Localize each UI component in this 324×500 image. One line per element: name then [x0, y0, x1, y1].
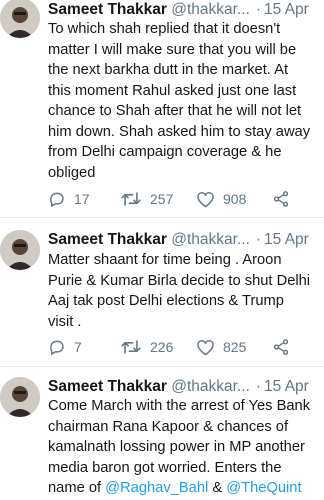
text-line: Purie & Kumar Birla decide to shut Delhi	[48, 272, 311, 289]
tweet-header: Sameet Thakkar @thakkar... · 15 Apr	[48, 230, 309, 250]
author-handle[interactable]: @thakkar...	[171, 1, 250, 18]
tweet-text: Matter shaant for time being . Aroon Pur…	[48, 250, 320, 332]
author-name[interactable]: Sameet Thakkar	[48, 378, 167, 395]
like-count: 825	[223, 339, 247, 355]
heart-icon	[197, 191, 214, 208]
like-button[interactable]: 825	[196, 336, 246, 358]
reply-icon	[50, 340, 64, 355]
text-line: name of @Raghav_Bahl & @TheQuint	[48, 478, 320, 499]
text-line: him down. Shah asked him to stay away	[48, 123, 311, 140]
tweet-date[interactable]: 15 Apr	[264, 231, 309, 248]
mention-link[interactable]: @TheQuint	[226, 480, 301, 496]
like-button[interactable]: 908	[196, 188, 246, 210]
text-line: matter I will make sure that you will be	[48, 41, 297, 58]
like-count: 908	[223, 191, 247, 207]
retweet-icon	[121, 192, 141, 206]
tweet-actions: 17 257 908	[48, 188, 308, 210]
author-name[interactable]: Sameet Thakkar	[48, 1, 167, 18]
text-line: To which shah replied that it doesn't	[48, 21, 281, 37]
tweet-divider	[0, 366, 324, 367]
retweet-icon	[121, 340, 141, 354]
reply-icon	[50, 192, 64, 207]
tweet-divider	[0, 217, 324, 218]
avatar[interactable]	[0, 0, 40, 38]
text-line: kamalnath lossing power in MP another	[48, 439, 305, 455]
heart-icon	[197, 339, 214, 356]
text-line: Matter shaant for time being . Aroon	[48, 252, 282, 268]
author-handle[interactable]: @thakkar...	[171, 231, 250, 248]
separator-dot: ·	[255, 231, 262, 248]
share-button[interactable]	[272, 188, 290, 210]
separator-dot: ·	[255, 1, 262, 18]
text-line: chairman Rana Kapoor & chances of	[48, 418, 289, 435]
tweet[interactable]: Sameet Thakkar @thakkar... · 15 Apr Come M…	[0, 377, 324, 500]
text-line: the next barkha dutt in the market. At	[48, 62, 289, 78]
tweet-header: Sameet Thakkar @thakkar... · 15 Apr	[48, 0, 309, 20]
author-name[interactable]: Sameet Thakkar	[48, 231, 167, 248]
avatar[interactable]	[0, 230, 40, 270]
reply-count: 17	[74, 191, 90, 207]
reply-count: 7	[74, 339, 82, 355]
text-line: Come March with the arrest of Yes Bank	[48, 398, 311, 414]
text-line: obliged	[48, 164, 96, 181]
tweet-text: Come March with the arrest of Yes Bank c…	[48, 396, 320, 499]
text-line: chance to Shah after that he will not le…	[48, 103, 302, 119]
tweet-actions: 7 226 825	[48, 336, 308, 358]
retweet-count: 226	[150, 339, 174, 355]
avatar[interactable]	[0, 377, 40, 417]
tweet-header: Sameet Thakkar @thakkar... · 15 Apr	[48, 377, 309, 397]
separator-dot: ·	[255, 378, 262, 395]
text-fragment: &	[208, 480, 227, 496]
reply-button[interactable]: 7	[48, 336, 82, 358]
tweet-date[interactable]: 15 Apr	[264, 378, 309, 395]
text-line: Aaj tak post Delhi elections & Trump	[48, 293, 284, 309]
text-line: from Delhi campaign coverage & he	[48, 144, 282, 160]
retweet-count: 257	[150, 191, 174, 207]
text-line: visit .	[48, 313, 82, 330]
text-line: media baron got worried. Enters the	[48, 459, 282, 476]
retweet-button[interactable]: 257	[120, 188, 173, 210]
share-icon	[273, 339, 289, 355]
mention-link[interactable]: @Raghav_Bahl	[105, 480, 208, 496]
retweet-button[interactable]: 226	[120, 336, 173, 358]
tweet[interactable]: Sameet Thakkar @thakkar... · 15 Apr Matter…	[0, 230, 324, 360]
reply-button[interactable]: 17	[48, 188, 90, 210]
share-button[interactable]	[272, 336, 290, 358]
tweet-feed: Sameet Thakkar @thakkar... · 15 Apr To whi…	[0, 0, 324, 500]
share-icon	[273, 191, 289, 207]
author-handle[interactable]: @thakkar...	[171, 378, 250, 395]
tweet-text: To which shah replied that it doesn't ma…	[48, 19, 320, 183]
tweet[interactable]: Sameet Thakkar @thakkar... · 15 Apr To whi…	[0, 0, 324, 212]
text-fragment: name of	[48, 480, 106, 496]
tweet-date[interactable]: 15 Apr	[264, 1, 309, 18]
text-line: this moment Rahul asked just one last	[48, 82, 297, 99]
